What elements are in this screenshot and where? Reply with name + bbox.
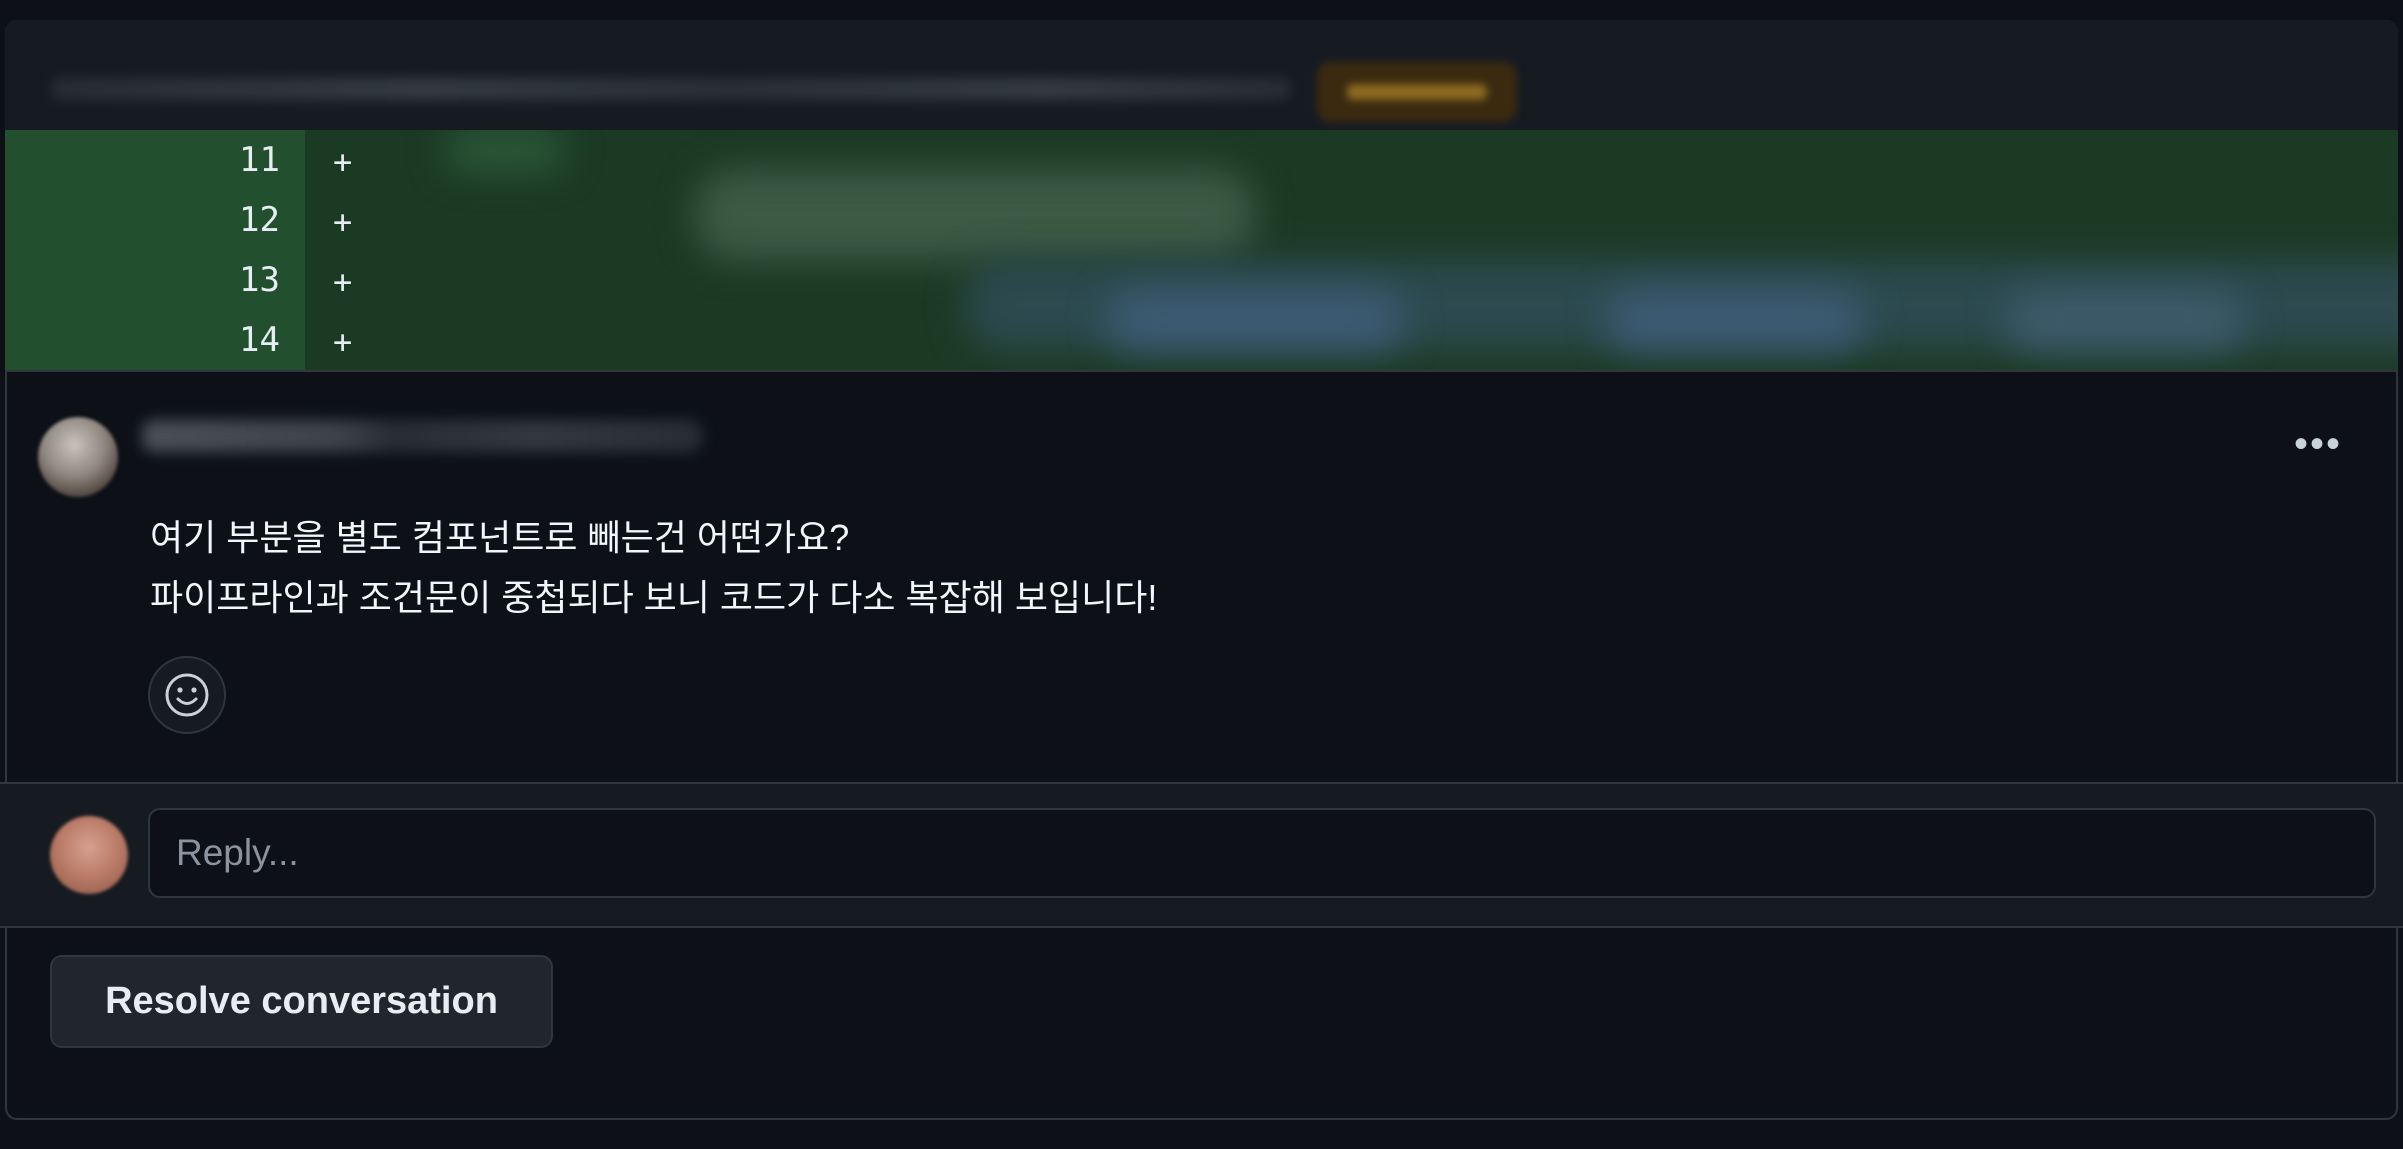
comment-line: 파이프라인과 조건문이 중첩되다 보니 코드가 다소 복잡해 보입니다! — [150, 577, 1158, 618]
diff-added-marker: + — [333, 203, 353, 241]
comment-author-and-date-redacted[interactable] — [142, 420, 702, 452]
diff-line: 13 + — [5, 250, 2398, 310]
comment-body: 여기 부분을 별도 컴포넌트로 빼는건 어떤가요? 파이프라인과 조건문이 중첩… — [150, 508, 1950, 628]
diff-added-marker: + — [333, 323, 353, 361]
comment-line: 여기 부분을 별도 컴포넌트로 빼는건 어떤가요? — [150, 517, 850, 558]
diff-added-marker: + — [333, 263, 353, 301]
kebab-horizontal-icon[interactable]: ••• — [2288, 424, 2348, 478]
line-number[interactable]: 11 — [5, 130, 280, 190]
line-number[interactable]: 14 — [5, 310, 280, 370]
smiley-icon — [165, 673, 209, 717]
diff-line: 14 + — [5, 310, 2398, 370]
diff-line: 12 + — [5, 190, 2398, 250]
diff-added-marker: + — [333, 143, 353, 181]
line-number[interactable]: 13 — [5, 250, 280, 310]
file-status-badge-redacted — [1317, 62, 1517, 122]
file-path-redacted[interactable] — [51, 78, 1291, 100]
resolve-conversation-button[interactable]: Resolve conversation — [50, 955, 553, 1048]
diff-hunk: 11 + 12 + 13 + 14 + — [5, 130, 2398, 372]
diff-line: 11 + — [5, 130, 2398, 190]
add-reaction-button[interactable] — [148, 656, 226, 734]
comment-author-avatar[interactable] — [38, 417, 118, 497]
reply-input[interactable]: Reply... — [148, 808, 2376, 898]
file-header — [5, 20, 2398, 132]
current-user-avatar[interactable] — [50, 816, 128, 894]
line-number[interactable]: 12 — [5, 190, 280, 250]
